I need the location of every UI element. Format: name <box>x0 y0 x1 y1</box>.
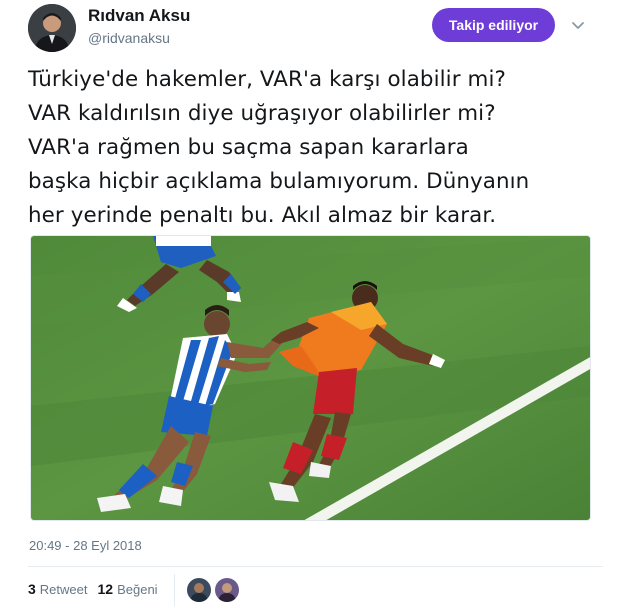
tweet-timestamp[interactable]: 20:49 - 28 Eyl 2018 <box>29 538 142 553</box>
tweet-line: başka hiçbir açıklama bulamıyorum. Dünya… <box>28 169 530 194</box>
retweets-label: Retweet <box>39 581 88 597</box>
profile-photo-icon <box>187 578 211 602</box>
profile-photo-icon <box>28 4 76 52</box>
tweet-text: Türkiye'de hakemler, VAR'a karşı olabili… <box>28 63 608 233</box>
divider <box>174 574 175 606</box>
tweet-line: her yerinde penaltı bu. Akıl almaz bir k… <box>28 203 497 228</box>
profile-photo-icon <box>215 578 239 602</box>
chevron-down-icon[interactable] <box>570 17 586 33</box>
avatar[interactable] <box>28 4 76 52</box>
likes-stat[interactable]: 12 Beğeni <box>98 581 158 597</box>
tweet-line: VAR kaldırılsın diye uğraşıyor olabilirl… <box>28 101 496 126</box>
likes-count: 12 <box>97 581 114 597</box>
tweet-line: VAR'a rağmen bu saçma sapan kararlara <box>28 135 469 160</box>
tweet-media[interactable] <box>30 235 591 521</box>
football-match-photo-icon <box>31 236 590 520</box>
user-handle[interactable]: @ridvanaksu <box>88 30 170 46</box>
liker-avatar[interactable] <box>215 578 239 602</box>
tweet-line: Türkiye'de hakemler, VAR'a karşı olabili… <box>28 67 506 92</box>
divider <box>28 566 603 567</box>
display-name[interactable]: Rıdvan Aksu <box>88 6 190 26</box>
following-button[interactable]: Takip ediliyor <box>432 8 555 42</box>
likes-label: Beğeni <box>117 581 158 597</box>
retweets-stat[interactable]: 3 Retweet <box>28 581 88 597</box>
retweets-count: 3 <box>28 581 36 597</box>
liker-avatar[interactable] <box>187 578 211 602</box>
tweet-stats: 3 Retweet 12 Beğeni <box>28 581 158 597</box>
